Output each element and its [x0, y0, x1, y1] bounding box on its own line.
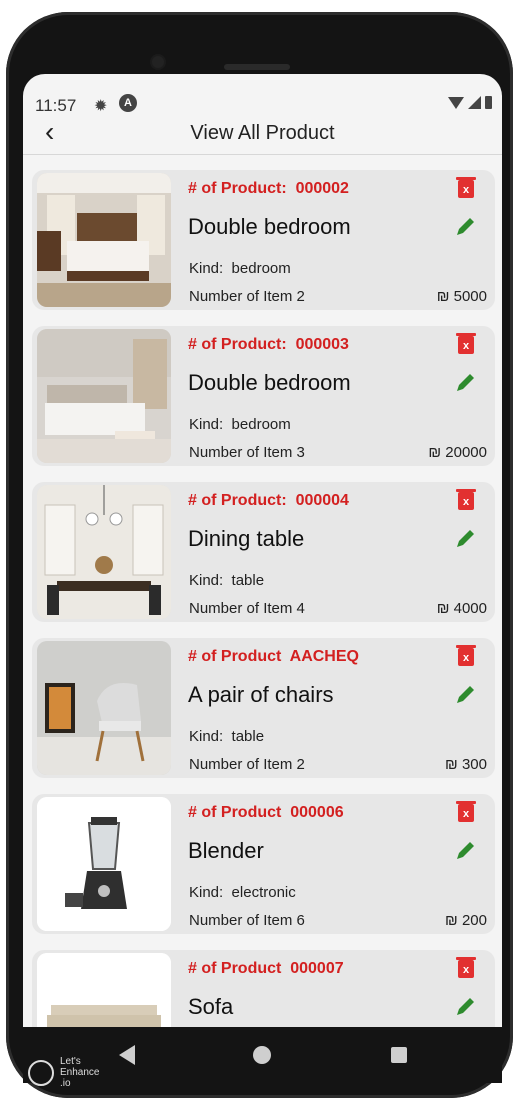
product-count: Number of Item 3	[189, 444, 305, 461]
product-image	[37, 641, 171, 775]
trash-icon[interactable]: x	[456, 801, 476, 822]
product-kind: Kind: bedroom	[189, 416, 291, 433]
product-name: Blender	[188, 838, 264, 863]
trash-icon[interactable]: x	[456, 333, 476, 354]
product-count: Number of Item 2	[189, 756, 305, 773]
battery-icon	[485, 96, 492, 109]
product-card[interactable]: # of Product: 000004 x Dining table Kind…	[32, 482, 495, 622]
product-kind: Kind: bedroom	[189, 260, 291, 277]
watermark-text: Let's Enhance .io	[60, 1056, 100, 1089]
nav-recents-icon[interactable]	[391, 1047, 407, 1063]
nav-home-icon[interactable]	[253, 1046, 271, 1064]
product-name: Double bedroom	[188, 370, 351, 395]
trash-icon[interactable]: x	[456, 489, 476, 510]
product-id: # of Product: 000002	[188, 180, 349, 197]
product-price: ₪ 4000	[436, 600, 487, 617]
product-name: Dining table	[188, 526, 305, 551]
product-card[interactable]: # of Product 000006 x Blender Kind: elec…	[32, 794, 495, 934]
signal-icon	[468, 96, 481, 109]
product-image	[37, 797, 171, 931]
pencil-icon[interactable]	[454, 994, 478, 1018]
pencil-icon[interactable]	[454, 682, 478, 706]
status-bar: 11:57 ✹ A	[23, 74, 502, 115]
product-id: # of Product AACHEQ	[188, 648, 359, 665]
product-card[interactable]: # of Product: 000003 x Double bedroom Ki…	[32, 326, 495, 466]
pencil-icon[interactable]	[454, 214, 478, 238]
notification-a-icon: A	[119, 94, 137, 112]
product-image	[37, 485, 171, 619]
wifi-icon	[448, 96, 464, 109]
product-image	[37, 329, 171, 463]
product-card[interactable]: # of Product 000007 x Sofa	[32, 950, 495, 1027]
product-price: ₪ 5000	[436, 288, 487, 305]
system-icons	[448, 96, 492, 109]
trash-icon[interactable]: x	[456, 177, 476, 198]
product-id: # of Product 000006	[188, 804, 344, 821]
product-price: ₪ 200	[445, 912, 487, 929]
product-card[interactable]: # of Product: 000002 x Double bedroom Ki…	[32, 170, 495, 310]
product-name: A pair of chairs	[188, 682, 334, 707]
nav-back-icon[interactable]	[119, 1045, 135, 1065]
product-image	[37, 953, 171, 1027]
product-id: # of Product 000007	[188, 960, 344, 977]
product-count: Number of Item 2	[189, 288, 305, 305]
product-price: ₪ 20000	[428, 444, 487, 461]
product-kind: Kind: table	[189, 728, 265, 745]
page-title: View All Product	[190, 122, 335, 144]
product-id: # of Product: 000004	[188, 492, 349, 509]
product-kind: Kind: table	[189, 572, 265, 589]
app-screen: 11:57 ✹ A ‹ View All Product # of Produc…	[23, 74, 502, 1027]
pencil-icon[interactable]	[454, 370, 478, 394]
trash-icon[interactable]: x	[456, 645, 476, 666]
app-bar: ‹ View All Product	[23, 114, 502, 155]
product-kind: Kind: electronic	[189, 884, 296, 901]
pencil-icon[interactable]	[454, 526, 478, 550]
trash-icon[interactable]: x	[456, 957, 476, 978]
product-image	[37, 173, 171, 307]
watermark: Let's Enhance .io	[28, 1052, 118, 1089]
watermark-logo-icon	[28, 1060, 54, 1086]
pencil-icon[interactable]	[454, 838, 478, 862]
earpiece-speaker	[224, 64, 290, 70]
product-price: ₪ 300	[445, 756, 487, 773]
product-name: Double bedroom	[188, 214, 351, 239]
product-card[interactable]: # of Product AACHEQ x A pair of chairs K…	[32, 638, 495, 778]
product-count: Number of Item 4	[189, 600, 305, 617]
status-time: 11:57	[35, 96, 77, 115]
product-id: # of Product: 000003	[188, 336, 349, 353]
product-name: Sofa	[188, 994, 234, 1019]
gear-icon: ✹	[94, 98, 108, 115]
product-count: Number of Item 6	[189, 912, 305, 929]
front-camera	[152, 56, 164, 68]
